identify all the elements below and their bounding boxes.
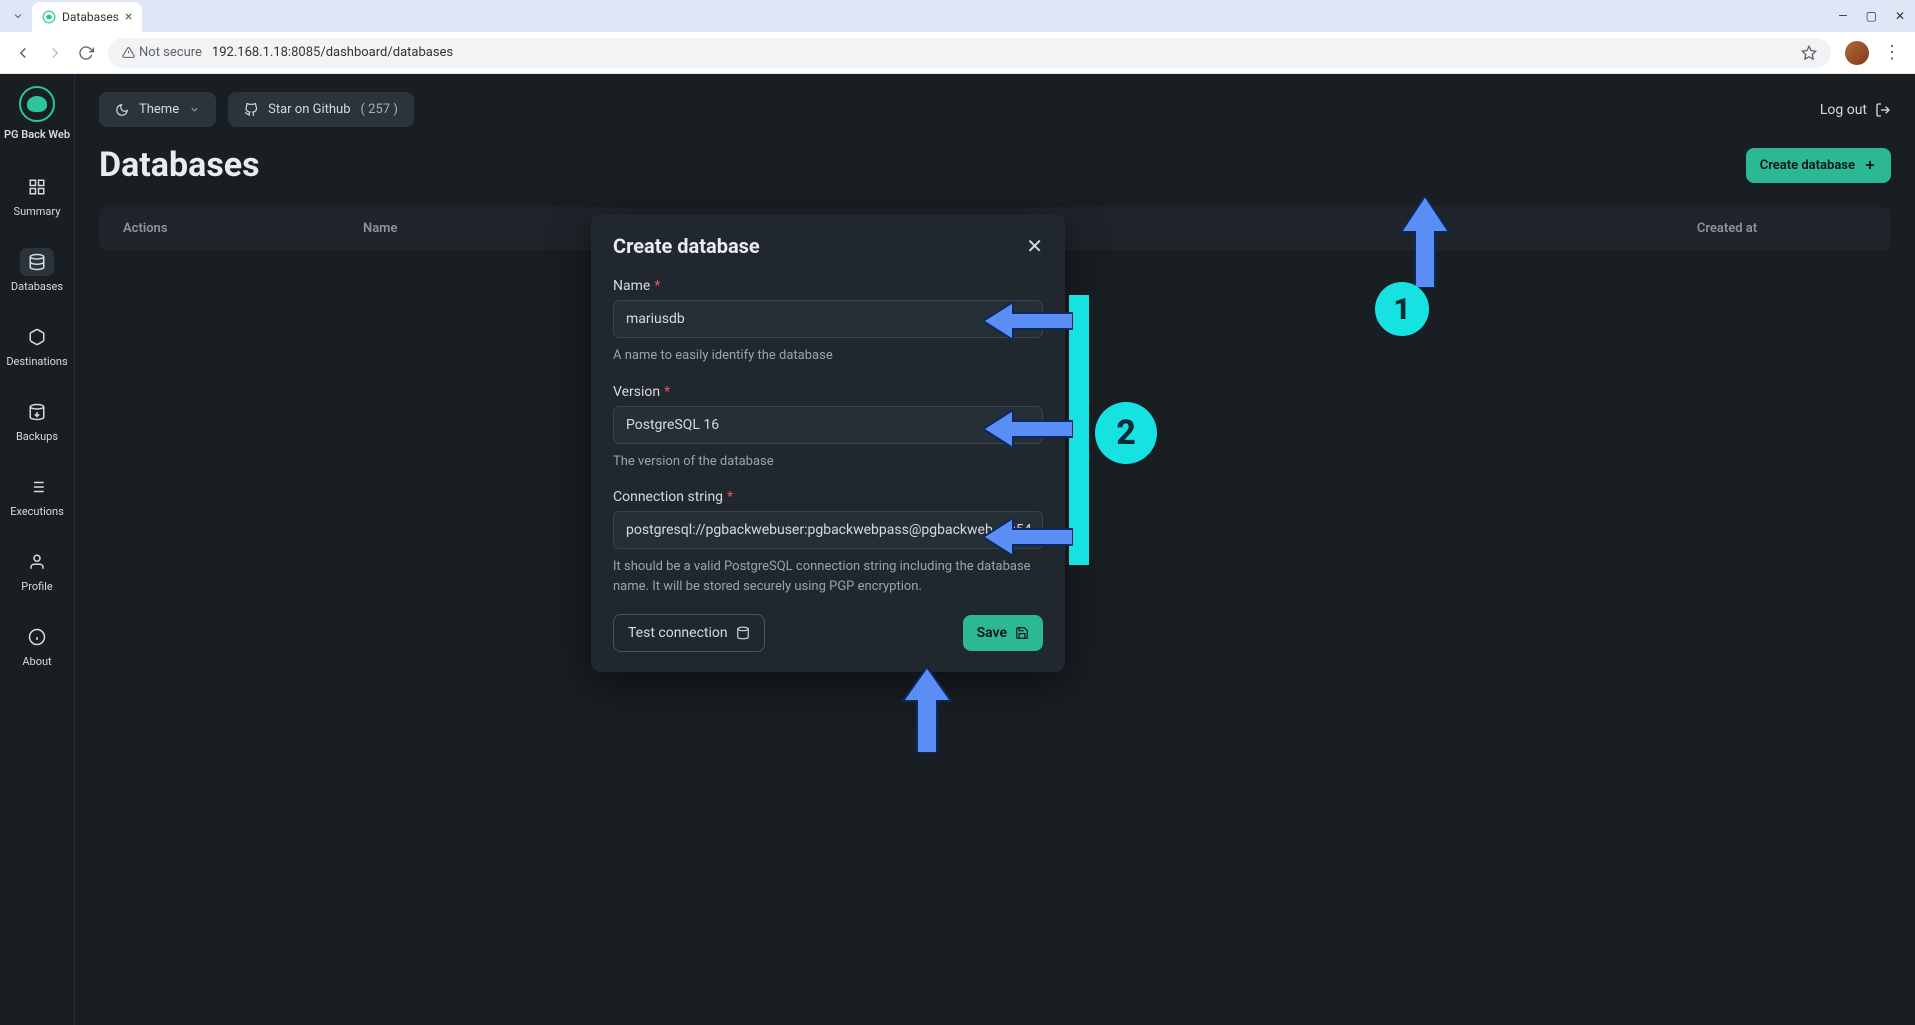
sidebar-item-executions[interactable]: Executions <box>8 465 66 522</box>
bookmark-star-icon[interactable] <box>1801 45 1817 61</box>
logo[interactable]: PG Back Web <box>4 86 70 141</box>
address-bar[interactable]: Not secure 192.168.1.18:8085/dashboard/d… <box>108 38 1831 68</box>
back-icon[interactable] <box>14 44 32 62</box>
box-icon <box>28 328 46 346</box>
info-icon <box>28 628 46 646</box>
window-controls: — ▢ ✕ <box>1838 9 1905 23</box>
name-help: A name to easily identify the database <box>613 346 1043 366</box>
topbar: Theme Star on Github ( 257 ) Log out <box>99 92 1891 127</box>
app: PG Back Web Summary Databases Destinatio… <box>0 74 1915 1025</box>
sidebar-item-backups[interactable]: Backups <box>8 390 66 447</box>
database-icon <box>28 253 46 271</box>
security-badge: Not secure <box>122 45 202 60</box>
name-label: Name* <box>613 278 1043 294</box>
version-select[interactable]: PostgreSQL 16 <box>613 406 1043 444</box>
moon-icon <box>115 103 129 117</box>
save-icon <box>1015 626 1029 640</box>
minimize-icon[interactable]: — <box>1838 9 1847 23</box>
browser-tab[interactable]: Databases × <box>32 2 142 32</box>
tabs-menu-chevron[interactable] <box>10 10 26 22</box>
logo-icon <box>19 86 55 122</box>
forward-icon[interactable] <box>46 44 64 62</box>
connection-string-input[interactable] <box>613 511 1043 549</box>
list-icon <box>28 478 46 496</box>
annotation-arrow-icon <box>897 667 957 753</box>
name-input[interactable] <box>613 300 1043 338</box>
annotation-bar <box>1069 295 1089 565</box>
modal-title: Create database <box>613 234 760 258</box>
chevron-down-icon <box>189 104 200 115</box>
version-help: The version of the database <box>613 452 1043 472</box>
plus-icon <box>1863 158 1877 172</box>
tab-close-icon[interactable]: × <box>125 9 132 25</box>
close-window-icon[interactable]: ✕ <box>1895 9 1905 23</box>
logout-button[interactable]: Log out <box>1820 102 1891 118</box>
sidebar-item-about[interactable]: About <box>8 615 66 672</box>
github-star-button[interactable]: Star on Github ( 257 ) <box>228 92 414 127</box>
database-icon <box>736 626 750 640</box>
caret-down-icon <box>1018 419 1030 431</box>
version-label: Version* <box>613 384 1043 400</box>
main-content: Theme Star on Github ( 257 ) Log out Dat… <box>75 74 1915 1025</box>
page-header: Databases Create database <box>99 145 1891 185</box>
sidebar: PG Back Web Summary Databases Destinatio… <box>0 74 75 1025</box>
browser-tab-bar: Databases × — ▢ ✕ <box>0 0 1915 32</box>
test-connection-button[interactable]: Test connection <box>613 614 765 652</box>
url-text: 192.168.1.18:8085/dashboard/databases <box>212 45 453 60</box>
warning-icon <box>122 46 135 59</box>
browser-menu-icon[interactable]: ⋮ <box>1883 42 1901 63</box>
reload-icon[interactable] <box>78 45 94 61</box>
column-actions: Actions <box>123 221 363 236</box>
close-icon[interactable]: ✕ <box>1026 234 1043 258</box>
annotation-badge-1: 1 <box>1375 282 1429 336</box>
sidebar-item-databases[interactable]: Databases <box>8 240 66 297</box>
create-database-modal: Create database ✕ Name* A name to easily… <box>591 214 1065 672</box>
sidebar-item-summary[interactable]: Summary <box>8 165 66 222</box>
annotation-badge-2: 2 <box>1095 402 1157 464</box>
dashboard-icon <box>28 178 46 196</box>
github-icon <box>244 103 258 117</box>
create-database-button[interactable]: Create database <box>1746 148 1891 183</box>
logout-icon <box>1875 102 1891 118</box>
sidebar-item-profile[interactable]: Profile <box>8 540 66 597</box>
browser-toolbar: Not secure 192.168.1.18:8085/dashboard/d… <box>0 32 1915 74</box>
column-created: Created at <box>1587 221 1867 236</box>
connection-label: Connection string* <box>613 489 1043 505</box>
connection-help: It should be a valid PostgreSQL connecti… <box>613 557 1043 596</box>
tab-title: Databases <box>62 10 119 24</box>
save-button[interactable]: Save <box>963 615 1043 651</box>
maximize-icon[interactable]: ▢ <box>1866 9 1877 23</box>
backup-icon <box>28 403 46 421</box>
page-title: Databases <box>99 145 260 185</box>
theme-button[interactable]: Theme <box>99 92 216 127</box>
profile-avatar[interactable] <box>1845 41 1869 65</box>
sidebar-item-destinations[interactable]: Destinations <box>8 315 66 372</box>
user-icon <box>28 553 46 571</box>
favicon-icon <box>42 10 56 24</box>
